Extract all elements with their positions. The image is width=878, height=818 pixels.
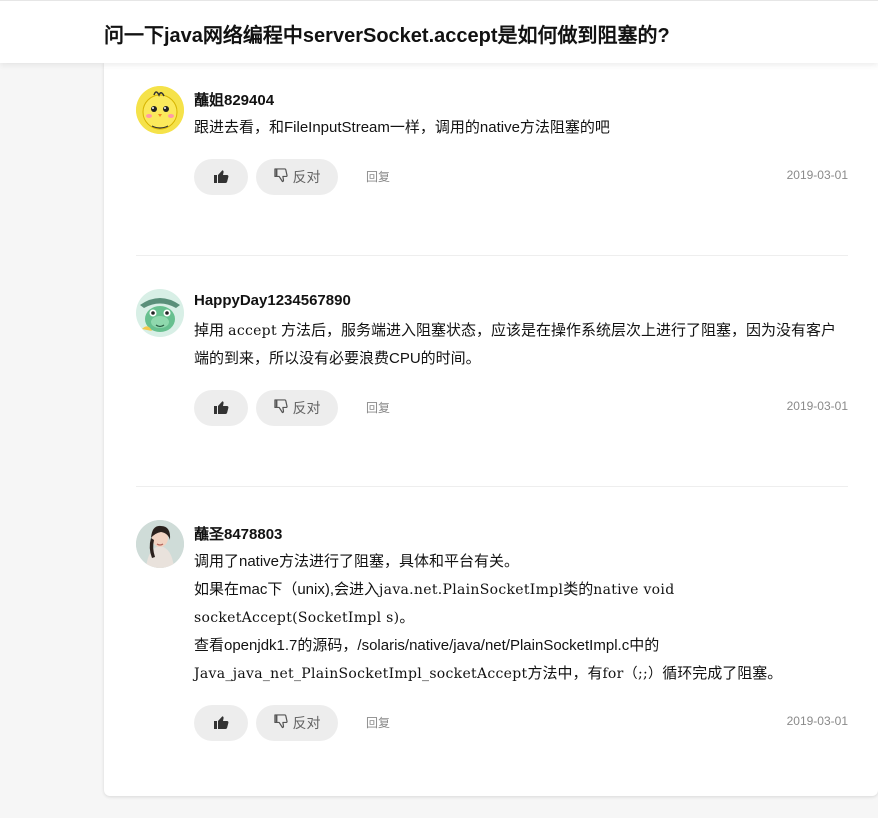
- text-run: 方法后，服务端进入阻塞状态，应该是在操作系统层次上进行了阻塞，因为没有客户端的到…: [194, 322, 837, 367]
- text-run: 类的: [563, 581, 594, 598]
- answer-paragraph: 调用了native方法进行了阻塞，具体和平台有关。: [194, 548, 848, 576]
- answer-paragraph: 查看openjdk1.7的源码，/solaris/native/java/net…: [194, 632, 848, 688]
- inline-code: accept: [228, 323, 277, 339]
- oppose-button[interactable]: 反对: [256, 390, 338, 426]
- inline-code: Java_java_net_PlainSocketImpl_socketAcce…: [194, 666, 528, 682]
- thumbs-up-icon: [213, 714, 229, 733]
- answer-actions: 反对 回复 2019-03-01: [194, 390, 848, 426]
- answer-content: 掉用 accept 方法后，服务端进入阻塞状态，应该是在操作系统层次上进行了阻塞…: [194, 317, 848, 373]
- oppose-label: 反对: [292, 169, 321, 185]
- text-run: 如果在mac下（unix),会进入: [194, 581, 380, 598]
- answer-date: 2019-03-01: [786, 399, 848, 413]
- upvote-button[interactable]: [194, 705, 248, 741]
- oppose-button[interactable]: 反对: [256, 159, 338, 195]
- author-name[interactable]: HappyDay1234567890: [194, 292, 351, 309]
- text-run: 。: [399, 609, 415, 626]
- text-run: 方法中，有: [527, 665, 603, 682]
- reply-button[interactable]: 回复: [366, 168, 390, 185]
- thumbs-up-icon: [213, 168, 229, 187]
- answer-date: 2019-03-01: [786, 168, 848, 182]
- text-run: 调用了native方法进行了阻塞，具体和平台有关。: [194, 553, 520, 570]
- answer-divider: [136, 255, 848, 256]
- answer-actions: 反对 回复 2019-03-01: [194, 159, 848, 195]
- thumbs-up-icon: [213, 399, 229, 418]
- inline-code: java.net.PlainSocketImpl: [379, 582, 564, 598]
- reply-button[interactable]: 回复: [366, 399, 390, 416]
- answer-paragraph: 如果在mac下（unix),会进入java.net.PlainSocketImp…: [194, 576, 848, 632]
- upvote-button[interactable]: [194, 390, 248, 426]
- person-photo-avatar[interactable]: [136, 520, 184, 568]
- answer-content: 调用了native方法进行了阻塞，具体和平台有关。 如果在mac下（unix),会…: [194, 548, 848, 688]
- oppose-label: 反对: [292, 400, 321, 416]
- inline-code: for（;;）: [602, 666, 663, 682]
- oppose-label: 反对: [292, 715, 321, 731]
- reply-button[interactable]: 回复: [366, 714, 390, 731]
- answer-item: 蘸姐829404 跟进去看，和FileInputStream一样，调用的nati…: [136, 86, 848, 196]
- question-title[interactable]: 问一下java网络编程中serverSocket.accept是如何做到阻塞的?: [104, 19, 670, 48]
- author-name[interactable]: 蘸姐829404: [194, 89, 274, 110]
- question-header: 问一下java网络编程中serverSocket.accept是如何做到阻塞的?: [0, 0, 878, 63]
- answer-actions: 反对 回复 2019-03-01: [194, 705, 848, 741]
- text-run: 跟进去看，和FileInputStream一样，调用的native方法阻塞的吧: [194, 119, 610, 136]
- green-character-avatar[interactable]: [136, 289, 184, 337]
- answer-item: 蘸圣8478803 调用了native方法进行了阻塞，具体和平台有关。 如果在ma…: [136, 520, 848, 742]
- answer-paragraph: 掉用 accept 方法后，服务端进入阻塞状态，应该是在操作系统层次上进行了阻塞…: [194, 317, 848, 373]
- yellow-chick-avatar[interactable]: [136, 86, 184, 134]
- text-run: 循环完成了阻塞。: [662, 665, 783, 682]
- answer-content: 跟进去看，和FileInputStream一样，调用的native方法阻塞的吧: [194, 114, 848, 142]
- oppose-button[interactable]: 反对: [256, 705, 338, 741]
- text-run: 掉用: [194, 322, 229, 339]
- thumbs-down-icon: [273, 168, 289, 186]
- upvote-button[interactable]: [194, 159, 248, 195]
- thumbs-down-icon: [273, 399, 289, 417]
- answer-date: 2019-03-01: [786, 714, 848, 728]
- answer-divider: [136, 486, 848, 487]
- text-run: 查看openjdk1.7的源码，/solaris/native/java/net…: [194, 637, 660, 654]
- answer-item: HappyDay1234567890 掉用 accept 方法后，服务端进入阻塞…: [136, 289, 848, 429]
- author-name[interactable]: 蘸圣8478803: [194, 523, 282, 544]
- thumbs-down-icon: [273, 714, 289, 732]
- answer-paragraph: 跟进去看，和FileInputStream一样，调用的native方法阻塞的吧: [194, 114, 848, 142]
